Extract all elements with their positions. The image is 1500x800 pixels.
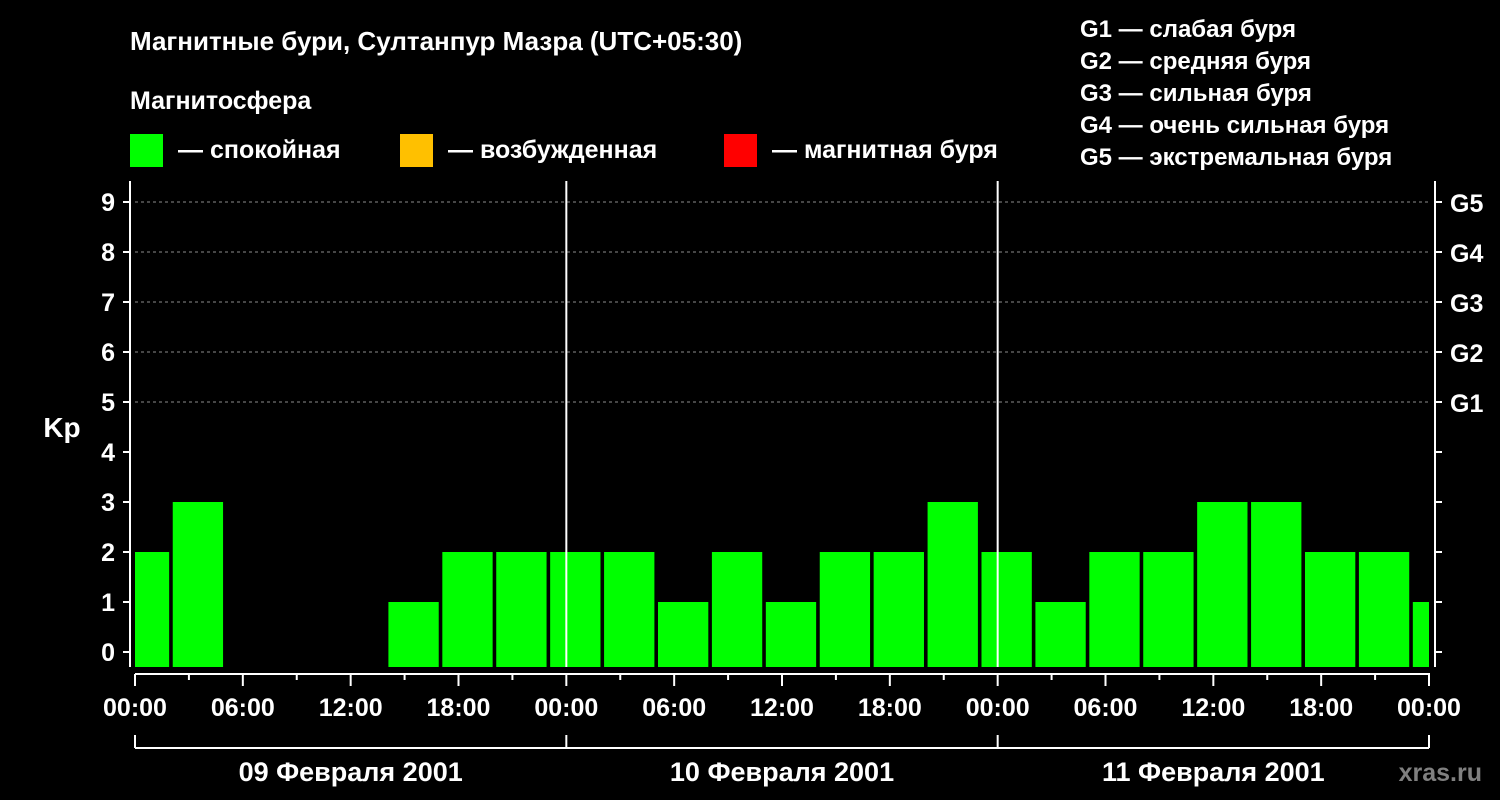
kp-bar [1358, 552, 1410, 667]
g-legend-g2: G2 — средняя буря [1080, 48, 1311, 75]
x-tick-label: 18:00 [427, 694, 491, 722]
x-tick-label: 00:00 [534, 694, 598, 722]
kp-bar [927, 502, 978, 667]
g-level-label: G2 [1450, 340, 1483, 368]
g-legend-g1: G1 — слабая буря [1080, 16, 1296, 43]
chart-title: Магнитные бури, Султанпур Мазра (UTC+05:… [130, 26, 742, 56]
x-tick-label: 12:00 [319, 694, 383, 722]
y-tick-label: 8 [101, 239, 115, 267]
g-legend-g5: G5 — экстремальная буря [1080, 144, 1392, 171]
legend-label-storm: — магнитная буря [772, 136, 998, 164]
kp-bar [765, 602, 817, 667]
y-tick-label: 2 [101, 539, 115, 567]
legend-swatch-excited [400, 134, 433, 167]
watermark: xras.ru [1399, 759, 1482, 787]
legend-swatch-storm [724, 134, 757, 167]
x-tick-label: 12:00 [750, 694, 814, 722]
y-tick-label: 7 [101, 289, 115, 317]
day-label: 09 Февраля 2001 [239, 757, 463, 787]
y-tick-label: 0 [101, 639, 115, 667]
y-tick-label: 3 [101, 489, 115, 517]
x-tick-label: 06:00 [642, 694, 706, 722]
x-tick-label: 00:00 [103, 694, 167, 722]
kp-bar [1143, 552, 1194, 667]
x-tick-label: 18:00 [858, 694, 922, 722]
y-tick-label: 5 [101, 389, 115, 417]
grid-layer [135, 201, 1429, 403]
g-level-label: G5 [1450, 190, 1483, 218]
y-tick-label: 9 [101, 189, 115, 217]
day-label: 10 Февраля 2001 [670, 757, 894, 787]
g-level-label: G3 [1450, 290, 1483, 318]
kp-bar [1251, 502, 1302, 667]
kp-bar [657, 602, 709, 667]
y-axis-label: Kp [43, 412, 80, 443]
x-tick-label: 00:00 [966, 694, 1030, 722]
x-tick-label: 06:00 [211, 694, 275, 722]
g-legend-g4: G4 — очень сильная буря [1080, 112, 1389, 139]
x-tick-label: 06:00 [1074, 694, 1138, 722]
kp-bar [1035, 602, 1086, 667]
legend-heading: Магнитосфера [130, 87, 312, 115]
y-tick-label: 1 [101, 589, 115, 617]
kp-bar [711, 552, 763, 667]
kp-bar [1089, 552, 1140, 667]
x-tick-label: 12:00 [1181, 694, 1245, 722]
kp-bar [388, 602, 439, 667]
x-tick-label: 00:00 [1397, 694, 1461, 722]
kp-bar [550, 552, 601, 667]
kp-bar [496, 552, 547, 667]
kp-bar [981, 552, 1032, 667]
legend-swatch-calm [130, 134, 163, 167]
kp-bar [1412, 602, 1429, 667]
kp-bar [1197, 502, 1248, 667]
y-tick-label: 6 [101, 339, 115, 367]
kp-bar [172, 502, 224, 667]
kp-bar [604, 552, 655, 667]
kp-bar [873, 552, 924, 667]
kp-bar [442, 552, 493, 667]
kp-bar [819, 552, 871, 667]
g-level-label: G1 [1450, 390, 1483, 418]
kp-chart: Магнитные бури, Султанпур Мазра (UTC+05:… [43, 16, 1483, 787]
g-level-label: G4 [1450, 240, 1483, 268]
kp-bar [1304, 552, 1356, 667]
g-legend-g3: G3 — сильная буря [1080, 80, 1312, 107]
x-tick-label: 18:00 [1289, 694, 1353, 722]
legend-label-calm: — спокойная [178, 136, 341, 164]
bars-layer [135, 502, 1429, 667]
day-label: 11 Февраля 2001 [1102, 757, 1325, 787]
ticks-layer: 0 1 2 3 4 5 6 7 8 9 G1 G2 G3 G4 G5 00:00 06:00 12:00 18:00… [101, 189, 1483, 787]
kp-bar [135, 552, 170, 667]
y-tick-label: 4 [101, 439, 115, 467]
legend-label-excited: — возбужденная [448, 136, 657, 164]
